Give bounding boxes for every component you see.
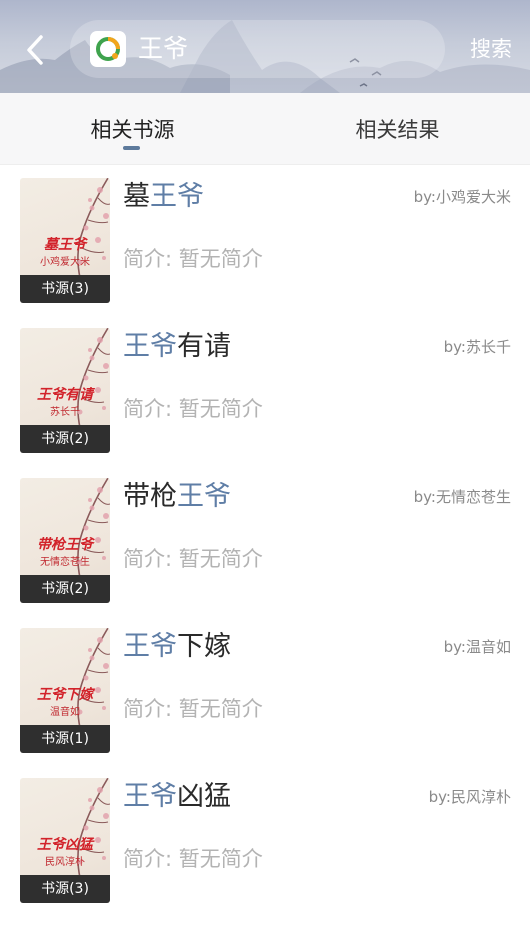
book-intro: 简介: 暂无简介	[123, 847, 263, 871]
list-item[interactable]: 王爷下嫁 温音如 书源(1) 王爷下嫁 by:温音如 简介: 暂无简介	[0, 615, 530, 765]
search-input[interactable]: 王爷	[70, 20, 445, 78]
book-title: 王爷下嫁	[123, 629, 231, 665]
cover-title: 王爷有请	[37, 387, 93, 403]
back-button[interactable]	[18, 28, 52, 72]
book-author: by:小鸡爱大米	[413, 188, 511, 206]
cover-author: 无情恋苍生	[40, 557, 90, 568]
book-title: 王爷有请	[123, 329, 231, 365]
title-text: 带枪	[123, 481, 177, 512]
tab-related-results[interactable]: 相关结果	[265, 93, 530, 165]
app-logo-icon	[90, 31, 126, 67]
list-item[interactable]: 王爷凶猛 民风淳朴 书源(3) 王爷凶猛 by:民风淳朴 简介: 暂无简介	[0, 765, 530, 915]
title-text: 下嫁	[177, 631, 231, 662]
cover-author: 民风淳朴	[45, 857, 85, 868]
book-author: by:苏长千	[443, 338, 511, 356]
book-title: 墓王爷	[123, 179, 204, 215]
search-button[interactable]: 搜索	[470, 34, 512, 64]
list-item[interactable]: 墓王爷 小鸡爱大米 书源(3) 墓王爷 by:小鸡爱大米 简介: 暂无简介	[0, 165, 530, 315]
cover-title: 王爷凶猛	[37, 837, 93, 853]
source-count-badge: 书源(1)	[20, 725, 110, 753]
active-tab-indicator	[123, 146, 140, 150]
title-keyword-highlight: 王爷	[123, 781, 177, 812]
book-intro: 简介: 暂无简介	[123, 247, 263, 271]
book-author: by:温音如	[443, 638, 511, 656]
title-keyword-highlight: 王爷	[150, 181, 204, 212]
book-author: by:民风淳朴	[428, 788, 511, 806]
top-bar: 王爷 搜索	[0, 0, 530, 93]
book-cover: 带枪王爷无情恋苍生书源(2)	[20, 478, 110, 603]
cover-author: 苏长千	[50, 407, 80, 418]
book-intro: 简介: 暂无简介	[123, 397, 263, 421]
book-author: by:无情恋苍生	[413, 488, 511, 506]
book-intro: 简介: 暂无简介	[123, 697, 263, 721]
cover-title: 带枪王爷	[37, 537, 93, 553]
list-item[interactable]: 带枪王爷 无情恋苍生 书源(2) 带枪王爷 by:无情恋苍生 简介: 暂无简介	[0, 465, 530, 615]
book-cover: 墓王爷小鸡爱大米书源(3)	[20, 178, 110, 303]
list-item[interactable]: 王爷有请 苏长千 书源(2) 王爷有请 by:苏长千 简介: 暂无简介	[0, 315, 530, 465]
book-cover: 王爷有请苏长千书源(2)	[20, 328, 110, 453]
title-text: 凶猛	[177, 781, 231, 812]
cover-author: 小鸡爱大米	[40, 257, 90, 268]
title-keyword-highlight: 王爷	[177, 481, 231, 512]
title-keyword-highlight: 王爷	[123, 631, 177, 662]
source-count-badge: 书源(3)	[20, 275, 110, 303]
source-count-badge: 书源(2)	[20, 425, 110, 453]
book-title: 王爷凶猛	[123, 779, 231, 815]
source-count-badge: 书源(2)	[20, 575, 110, 603]
source-count-badge: 书源(3)	[20, 875, 110, 903]
book-cover: 王爷下嫁温音如书源(1)	[20, 628, 110, 753]
book-title: 带枪王爷	[123, 479, 231, 515]
title-text: 有请	[177, 331, 231, 362]
search-query: 王爷	[138, 34, 189, 63]
book-intro: 简介: 暂无简介	[123, 547, 263, 571]
tab-bar: 相关书源 相关结果	[0, 93, 530, 165]
title-keyword-highlight: 王爷	[123, 331, 177, 362]
book-cover: 王爷凶猛民风淳朴书源(3)	[20, 778, 110, 903]
chevron-left-icon	[27, 35, 43, 65]
cover-title: 墓王爷	[44, 237, 86, 253]
tab-related-sources[interactable]: 相关书源	[0, 93, 265, 165]
title-text: 墓	[123, 181, 150, 212]
cover-title: 王爷下嫁	[37, 687, 93, 703]
cover-author: 温音如	[50, 707, 80, 718]
